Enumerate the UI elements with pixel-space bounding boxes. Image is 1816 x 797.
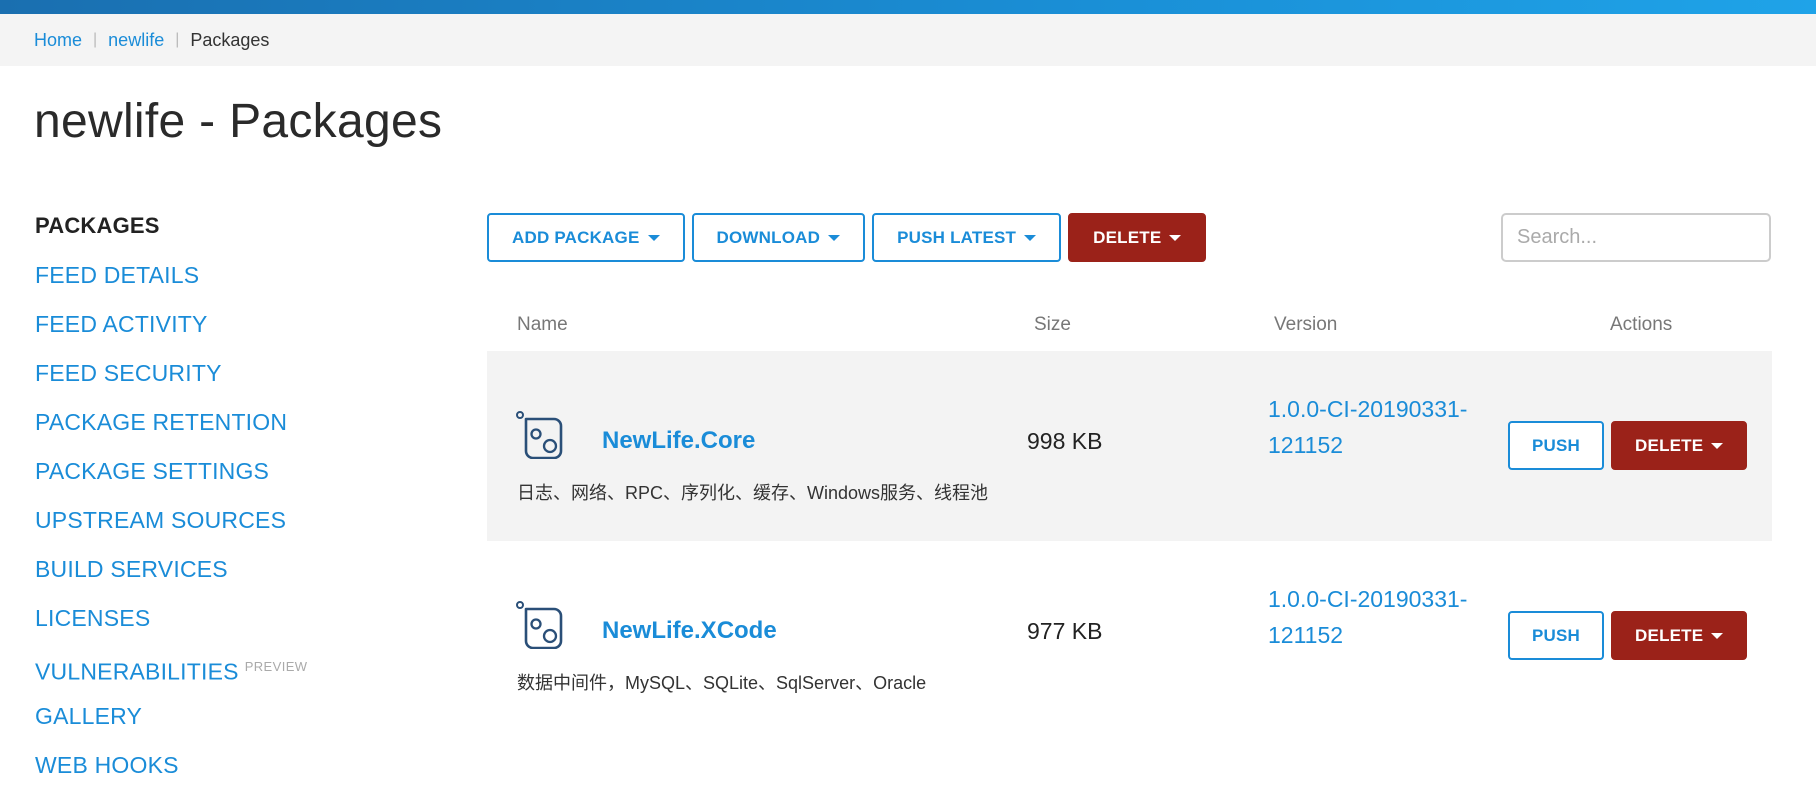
search-input[interactable] [1501,213,1771,262]
push-button[interactable]: PUSH [1508,421,1605,470]
sidebar-item-label: VULNERABILITIES [35,658,239,685]
package-version-link[interactable]: 1.0.0-CI-20190331- 121152 [1268,391,1488,463]
package-icon [516,411,563,459]
package-icon [516,601,563,649]
table-row: NewLife.Core 日志、网络、RPC、序列化、缓存、Windows服务、… [487,351,1772,541]
package-name-link[interactable]: NewLife.Core [602,427,755,455]
sidebar-item-package-settings[interactable]: PACKAGE SETTINGS [35,454,435,503]
caret-down-icon [1169,234,1182,241]
row-delete-button[interactable]: DELETE [1611,421,1748,470]
package-description: 数据中间件，MySQL、SQLite、SqlServer、Oracle [517,673,927,693]
preview-badge: PREVIEW [244,659,308,674]
download-button[interactable]: DOWNLOAD [691,213,866,262]
sidebar-item-label: BUILD SERVICES [35,556,228,582]
breadcrumb-current: Packages [190,29,270,50]
version-line: 1.0.0-CI-20190331- [1268,586,1468,612]
delete-label: DELETE [1635,435,1704,455]
caret-down-icon [1711,442,1724,449]
package-size: 977 KB [1027,618,1103,644]
caret-down-icon [647,234,660,241]
table-row: NewLife.XCode 数据中间件，MySQL、SQLite、SqlServ… [487,541,1772,731]
sidebar-item-upstream-sources[interactable]: UPSTREAM SOURCES [35,503,435,552]
sidebar-item-web-hooks[interactable]: WEB HOOKS [35,748,435,797]
version-line: 121152 [1268,622,1344,648]
sidebar-item-label: LICENSES [35,605,151,631]
download-label: DOWNLOAD [716,227,821,247]
sidebar-item-label: FEED DETAILS [35,262,200,288]
caret-down-icon [828,234,841,241]
sidebar-item-label: UPSTREAM SOURCES [35,507,287,533]
delete-label: DELETE [1635,625,1704,645]
breadcrumb-separator: | [175,31,180,48]
sidebar-item-package-retention[interactable]: PACKAGE RETENTION [35,405,435,454]
table-header: Name Size Version Actions [487,310,1772,350]
package-description: 日志、网络、RPC、序列化、缓存、Windows服务、线程池 [517,483,989,503]
push-latest-label: PUSH LATEST [897,227,1017,247]
package-toolbar: ADD PACKAGE DOWNLOAD PUSH LATEST DELETE [487,213,1207,262]
column-header-size: Size [1034,314,1071,335]
sidebar-item-label: PACKAGES [35,213,160,238]
sidebar-item-build-services[interactable]: BUILD SERVICES [35,552,435,601]
sidebar: PACKAGES FEED DETAILS FEED ACTIVITY FEED… [35,209,435,797]
package-version-link[interactable]: 1.0.0-CI-20190331- 121152 [1268,581,1488,653]
row-actions: PUSH DELETE [1508,421,1748,470]
package-name-link[interactable]: NewLife.XCode [602,617,777,645]
column-header-actions: Actions [1610,314,1673,335]
sidebar-item-label: FEED ACTIVITY [35,311,208,337]
caret-down-icon [1711,632,1724,639]
version-line: 1.0.0-CI-20190331- [1268,396,1468,422]
push-label: PUSH [1532,435,1581,455]
delete-label: DELETE [1093,227,1162,247]
sidebar-item-packages[interactable]: PACKAGES [35,209,435,258]
breadcrumb: Home | newlife | Packages [0,14,1816,66]
sidebar-item-vulnerabilities[interactable]: VULNERABILITIES PREVIEW [35,650,435,699]
sidebar-item-label: PACKAGE SETTINGS [35,458,270,484]
sidebar-item-label: WEB HOOKS [35,752,179,778]
add-package-button[interactable]: ADD PACKAGE [487,213,685,262]
push-label: PUSH [1532,625,1581,645]
version-line: 121152 [1268,432,1344,458]
top-accent-bar [0,0,1816,14]
row-actions: PUSH DELETE [1508,611,1748,660]
add-package-label: ADD PACKAGE [512,227,640,247]
package-size: 998 KB [1027,428,1103,454]
breadcrumb-home[interactable]: Home [34,30,82,51]
sidebar-item-feed-security[interactable]: FEED SECURITY [35,356,435,405]
sidebar-item-feed-activity[interactable]: FEED ACTIVITY [35,307,435,356]
sidebar-item-label: PACKAGE RETENTION [35,409,288,435]
delete-button[interactable]: DELETE [1068,213,1207,262]
sidebar-item-label: GALLERY [35,703,143,729]
breadcrumb-separator: | [93,31,98,48]
caret-down-icon [1024,234,1037,241]
row-delete-button[interactable]: DELETE [1611,611,1748,660]
page-title: newlife - Packages [34,95,443,148]
sidebar-item-gallery[interactable]: GALLERY [35,699,435,748]
push-latest-button[interactable]: PUSH LATEST [872,213,1062,262]
column-header-version: Version [1274,314,1338,335]
sidebar-item-licenses[interactable]: LICENSES [35,601,435,650]
sidebar-item-feed-details[interactable]: FEED DETAILS [35,258,435,307]
breadcrumb-feed[interactable]: newlife [108,30,164,51]
push-button[interactable]: PUSH [1508,611,1605,660]
column-header-name: Name [517,314,568,335]
sidebar-item-label: FEED SECURITY [35,360,222,386]
